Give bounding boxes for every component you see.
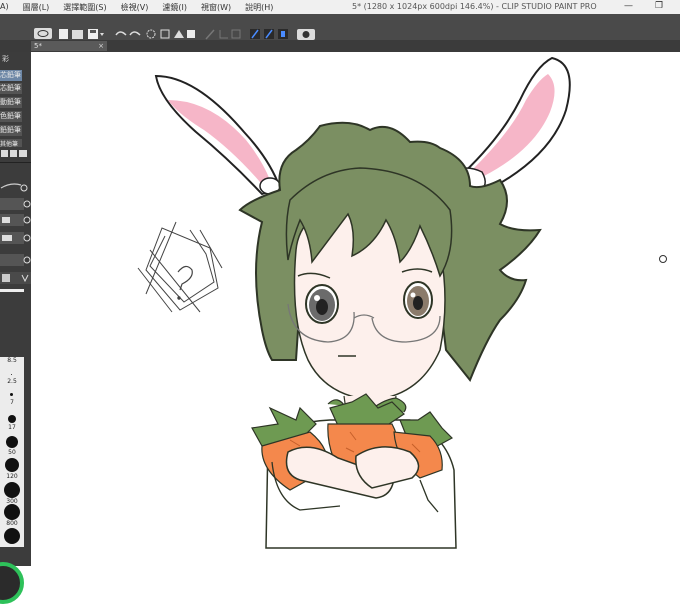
snap-ruler-icon[interactable] bbox=[250, 29, 260, 39]
undo-icon[interactable] bbox=[115, 31, 127, 36]
minimize-button[interactable]: — bbox=[624, 1, 633, 11]
menu-item-selection[interactable]: 選擇範圍(S) bbox=[63, 2, 106, 13]
brush-size-label[interactable]: 8.5 bbox=[0, 357, 24, 364]
brush-size-palette: 8.5 2.5 7 17 50 120 300 800 bbox=[0, 357, 24, 547]
crop-icon[interactable] bbox=[219, 30, 228, 39]
document-tab-strip: 5* × bbox=[0, 40, 680, 52]
sub-tool-item[interactable]: 色鉛筆 bbox=[0, 110, 22, 122]
opacity-settings-icon[interactable] bbox=[23, 216, 31, 224]
window-title: 5* (1280 x 1024px 600dpi 146.4%) - CLIP … bbox=[352, 2, 597, 11]
panel-header: 彩 bbox=[2, 55, 9, 63]
bunny-ear-left bbox=[154, 74, 282, 196]
menu-item-help[interactable]: 說明(H) bbox=[245, 2, 273, 13]
close-tab-icon[interactable]: × bbox=[98, 41, 104, 51]
stabilization-settings-icon[interactable] bbox=[23, 234, 31, 242]
tool-panel: 彩 芯鉛筆 芯鉛筆 動鉛筆 色鉛筆 鉛鉛筆 其他筆 8.5 2.5 7 17 5… bbox=[0, 52, 31, 604]
antialias-settings-icon[interactable] bbox=[23, 256, 31, 264]
brush-cursor bbox=[659, 255, 667, 263]
brush-size-label[interactable]: 50 bbox=[0, 449, 24, 456]
color-wheel[interactable] bbox=[0, 562, 24, 604]
brush-size-label[interactable]: 800 bbox=[0, 520, 24, 527]
sketch-doodle bbox=[137, 221, 223, 313]
save-icon[interactable] bbox=[88, 29, 98, 39]
menu-item-layer[interactable]: 圖層(L) bbox=[23, 2, 50, 13]
menu-item-window[interactable]: 視窗(W) bbox=[201, 2, 231, 13]
sub-tool-actions-icon[interactable] bbox=[1, 150, 27, 157]
sub-tool-item[interactable]: 芯鉛筆 bbox=[0, 82, 22, 94]
drawing-canvas[interactable] bbox=[31, 52, 680, 566]
menu-item-view[interactable]: 檢視(V) bbox=[121, 2, 149, 13]
menu-item-filter[interactable]: 濾鏡(I) bbox=[162, 2, 187, 13]
menu-item-animation[interactable]: A) bbox=[0, 2, 9, 13]
stroke-preview-icon bbox=[0, 183, 28, 192]
restore-button[interactable]: ❐ bbox=[655, 1, 663, 11]
redo-icon[interactable] bbox=[129, 31, 141, 36]
brush-size-label[interactable]: 7 bbox=[0, 399, 24, 406]
document-tab-label: 5* bbox=[34, 42, 42, 50]
sub-tool-item[interactable]: 鉛鉛筆 bbox=[0, 124, 22, 136]
brush-size-label[interactable]: 17 bbox=[0, 424, 24, 431]
help-icon[interactable] bbox=[297, 29, 315, 40]
menu-bar: A) 圖層(L) 選擇範圍(S) 檢視(V) 濾鏡(I) 視窗(W) 說明(H) bbox=[0, 2, 287, 13]
navigator-icon[interactable] bbox=[34, 28, 52, 39]
fill-icon[interactable] bbox=[174, 30, 184, 38]
sub-tool-item[interactable]: 芯鉛筆 bbox=[0, 69, 22, 81]
brush-size-slider[interactable] bbox=[0, 198, 24, 210]
snap-icon[interactable] bbox=[231, 29, 241, 39]
transform-icon[interactable] bbox=[146, 29, 156, 39]
dropdown-arrow-icon[interactable] bbox=[100, 33, 104, 36]
artwork bbox=[137, 56, 571, 549]
snap-grid-icon[interactable] bbox=[278, 29, 288, 39]
sub-tool-item[interactable]: 動鉛筆 bbox=[0, 96, 22, 108]
snap-special-ruler-icon[interactable] bbox=[264, 29, 274, 39]
clear-icon[interactable] bbox=[187, 30, 195, 38]
brush-size-label[interactable]: 120 bbox=[0, 473, 24, 480]
brush-size-settings-icon[interactable] bbox=[23, 200, 31, 208]
title-bar: A) 圖層(L) 選擇範圍(S) 檢視(V) 濾鏡(I) 視窗(W) 說明(H)… bbox=[0, 0, 680, 14]
face bbox=[285, 167, 453, 417]
new-file-icon[interactable] bbox=[59, 29, 68, 39]
ruler-icon[interactable] bbox=[205, 29, 215, 40]
tool-property-icon[interactable] bbox=[2, 274, 10, 282]
open-folder-icon[interactable] bbox=[72, 30, 83, 39]
select-icon[interactable] bbox=[160, 29, 170, 39]
document-tab[interactable]: 5* × bbox=[31, 41, 107, 51]
brush-size-label[interactable]: 2.5 bbox=[0, 378, 24, 385]
antialias-slider[interactable] bbox=[0, 254, 24, 266]
command-bar bbox=[0, 14, 680, 40]
